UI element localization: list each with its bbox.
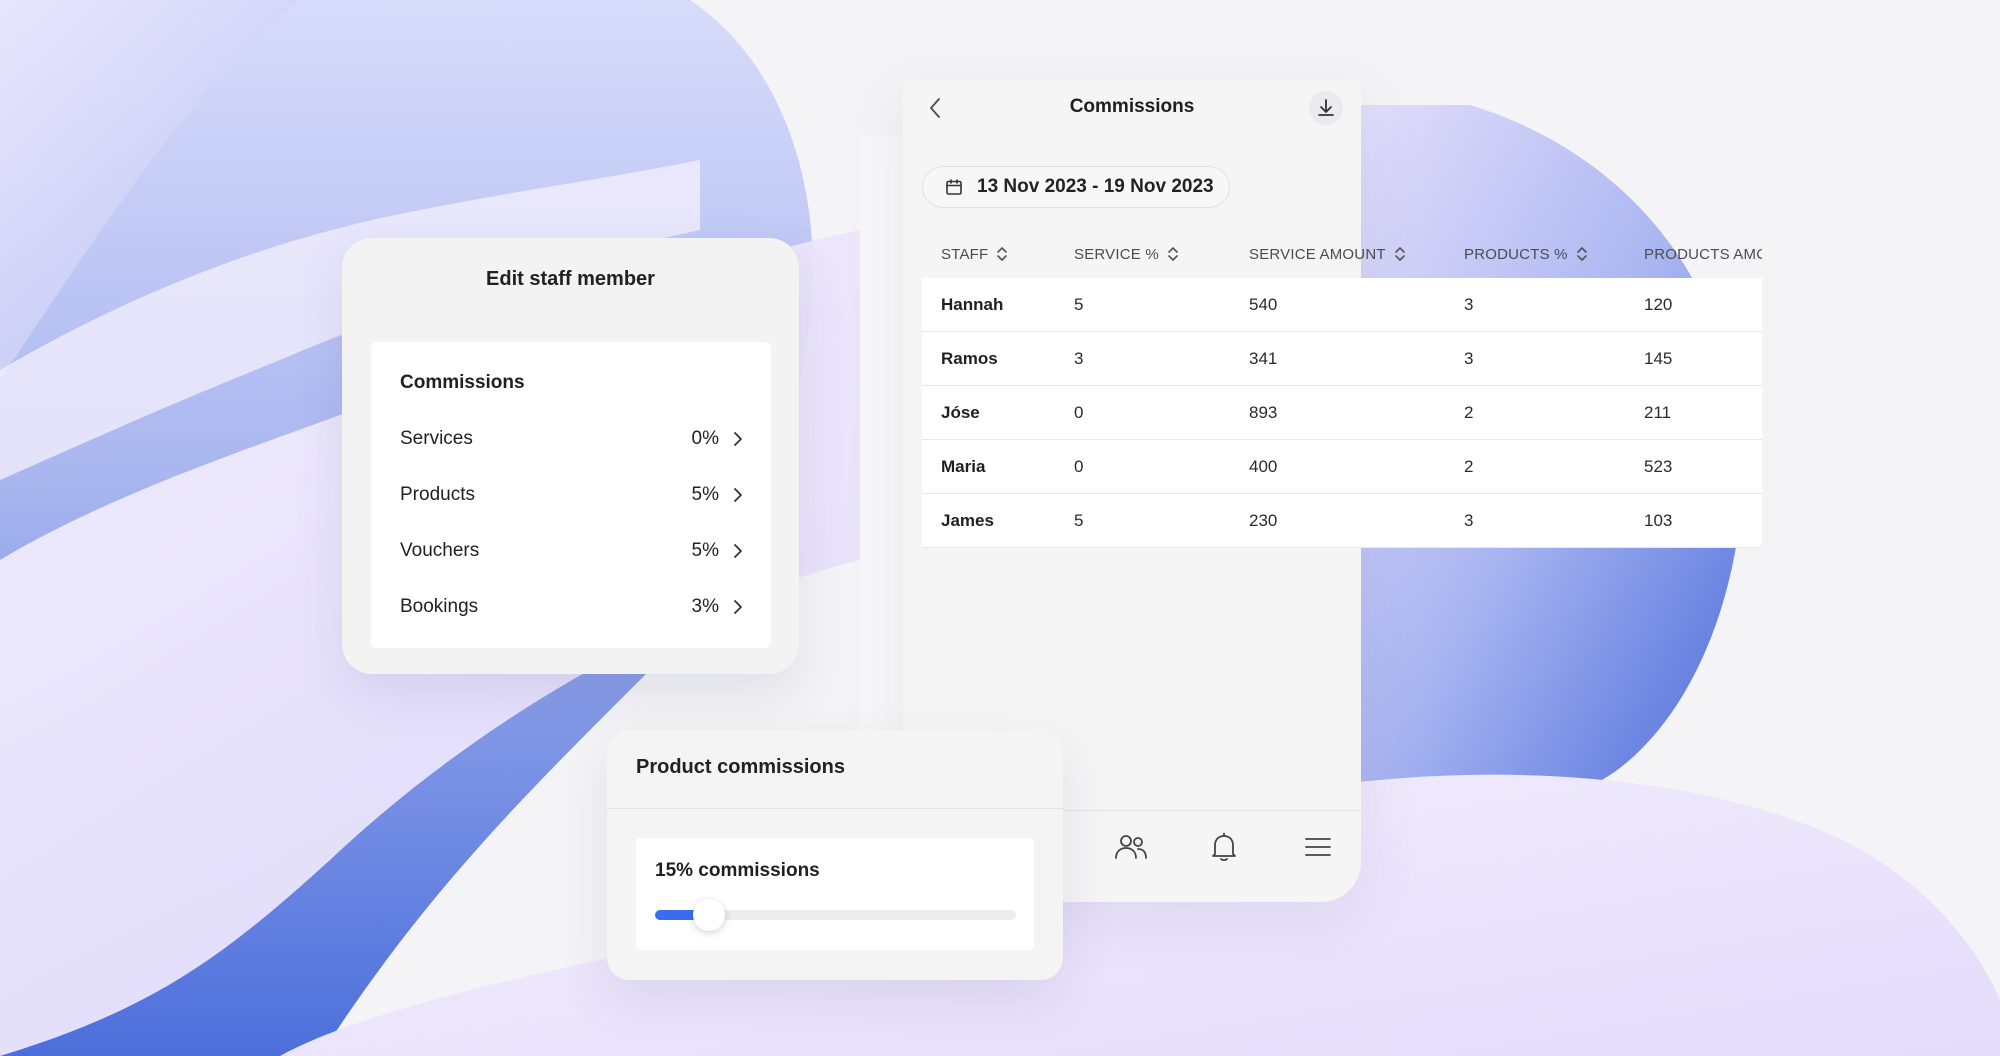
download-icon <box>1318 99 1334 116</box>
commission-value: 5% <box>691 540 719 561</box>
commissions-panel: Commissions Services 0% Products 5% Vouc… <box>371 342 771 648</box>
commission-slider-panel: 15% commissions <box>636 838 1034 950</box>
commission-value: 0% <box>691 428 719 449</box>
menu-icon <box>1305 838 1331 856</box>
tab-menu[interactable] <box>1298 827 1338 867</box>
download-button[interactable] <box>1309 91 1343 125</box>
users-icon <box>1115 835 1147 859</box>
commission-row-vouchers[interactable]: Vouchers 5% <box>400 533 743 569</box>
tab-staff[interactable] <box>1111 827 1151 867</box>
slider-label: 15% commissions <box>655 860 820 881</box>
cell-staff: Ramos <box>941 348 998 368</box>
cell-service-amount: 400 <box>1249 456 1278 476</box>
commission-label: Services <box>400 428 473 449</box>
bell-icon <box>1212 832 1236 862</box>
cell-staff: Jóse <box>941 402 980 422</box>
cell-service-percent: 0 <box>1074 402 1084 422</box>
cell-service-amount: 540 <box>1249 294 1278 314</box>
table-row[interactable]: James 5 230 3 103 <box>922 494 1762 548</box>
sort-icon[interactable] <box>996 245 1008 263</box>
cell-service-amount: 893 <box>1249 402 1278 422</box>
column-header-label: SERVICE % <box>1074 245 1159 263</box>
sort-icon[interactable] <box>1394 245 1406 263</box>
column-header-label: PRODUCTS AMC <box>1644 245 1762 263</box>
divider <box>607 808 1063 809</box>
cell-staff: James <box>941 510 994 530</box>
cell-service-percent: 5 <box>1074 294 1084 314</box>
cell-products-amount: 211 <box>1644 402 1672 422</box>
cell-service-percent: 5 <box>1074 510 1084 530</box>
table-row[interactable]: Hannah 5 540 3 120 <box>922 278 1762 332</box>
edit-staff-member-card: Edit staff member Commissions Services 0… <box>342 238 799 674</box>
cell-products-percent: 3 <box>1464 294 1474 314</box>
commission-label: Bookings <box>400 596 479 617</box>
cell-service-amount: 341 <box>1249 348 1278 368</box>
chevron-right-icon <box>733 599 743 615</box>
column-header-products-amount[interactable]: PRODUCTS AMC <box>1644 230 1762 278</box>
table-row[interactable]: Jóse 0 893 2 211 <box>922 386 1762 440</box>
page-title: Commissions <box>1069 96 1195 117</box>
cell-products-percent: 2 <box>1464 456 1474 476</box>
column-header-label: PRODUCTS % <box>1464 245 1568 263</box>
commission-row-services[interactable]: Services 0% <box>400 421 743 457</box>
table-body: Hannah 5 540 3 120 Ramos 3 341 3 145 Jós… <box>922 278 1762 548</box>
cell-service-percent: 3 <box>1074 348 1084 368</box>
cell-products-amount: 120 <box>1644 294 1673 314</box>
table-row[interactable]: Maria 0 400 2 523 <box>922 440 1762 494</box>
column-header-label: STAFF <box>941 245 989 263</box>
tab-notifications[interactable] <box>1204 827 1244 867</box>
chevron-right-icon <box>733 487 743 503</box>
column-header-service-percent[interactable]: SERVICE % <box>1074 230 1179 278</box>
commission-slider[interactable] <box>655 899 1016 931</box>
slider-thumb[interactable] <box>693 899 726 931</box>
chevron-right-icon <box>733 431 743 447</box>
product-commissions-card: Product commissions 15% commissions <box>607 730 1063 980</box>
commissions-table: STAFF SERVICE % SERVICE AMOUNT PRODUCTS … <box>922 230 1762 548</box>
cell-staff: Hannah <box>941 294 1004 314</box>
commission-row-bookings[interactable]: Bookings 3% <box>400 589 743 625</box>
table-row[interactable]: Ramos 3 341 3 145 <box>922 332 1762 386</box>
sort-icon[interactable] <box>1167 245 1179 263</box>
cell-service-amount: 230 <box>1249 510 1278 530</box>
date-range-label: 13 Nov 2023 - 19 Nov 2023 <box>977 176 1214 197</box>
commission-label: Products <box>400 484 475 505</box>
cell-products-percent: 3 <box>1464 348 1474 368</box>
chevron-right-icon <box>733 543 743 559</box>
commissions-section-title: Commissions <box>400 372 525 393</box>
cell-products-percent: 3 <box>1464 510 1474 530</box>
product-commissions-title: Product commissions <box>636 756 845 778</box>
commission-label: Vouchers <box>400 540 480 561</box>
cell-service-percent: 0 <box>1074 456 1084 476</box>
edit-staff-title: Edit staff member <box>486 268 655 290</box>
commission-value: 3% <box>691 596 719 617</box>
calendar-icon <box>945 178 963 196</box>
cell-products-amount: 103 <box>1644 510 1673 530</box>
cell-products-percent: 2 <box>1464 402 1474 422</box>
commission-row-products[interactable]: Products 5% <box>400 477 743 513</box>
table-header: STAFF SERVICE % SERVICE AMOUNT PRODUCTS … <box>922 230 1762 278</box>
column-header-products-percent[interactable]: PRODUCTS % <box>1464 230 1588 278</box>
cell-products-amount: 523 <box>1644 456 1673 476</box>
cell-products-amount: 145 <box>1644 348 1673 368</box>
column-header-label: SERVICE AMOUNT <box>1249 245 1386 263</box>
sort-icon[interactable] <box>1576 245 1588 263</box>
commission-value: 5% <box>691 484 719 505</box>
cell-staff: Maria <box>941 456 986 476</box>
date-range-picker[interactable]: 13 Nov 2023 - 19 Nov 2023 <box>922 166 1230 208</box>
phone-header: Commissions <box>903 80 1361 136</box>
column-header-staff[interactable]: STAFF <box>941 230 1008 278</box>
column-header-service-amount[interactable]: SERVICE AMOUNT <box>1249 230 1406 278</box>
